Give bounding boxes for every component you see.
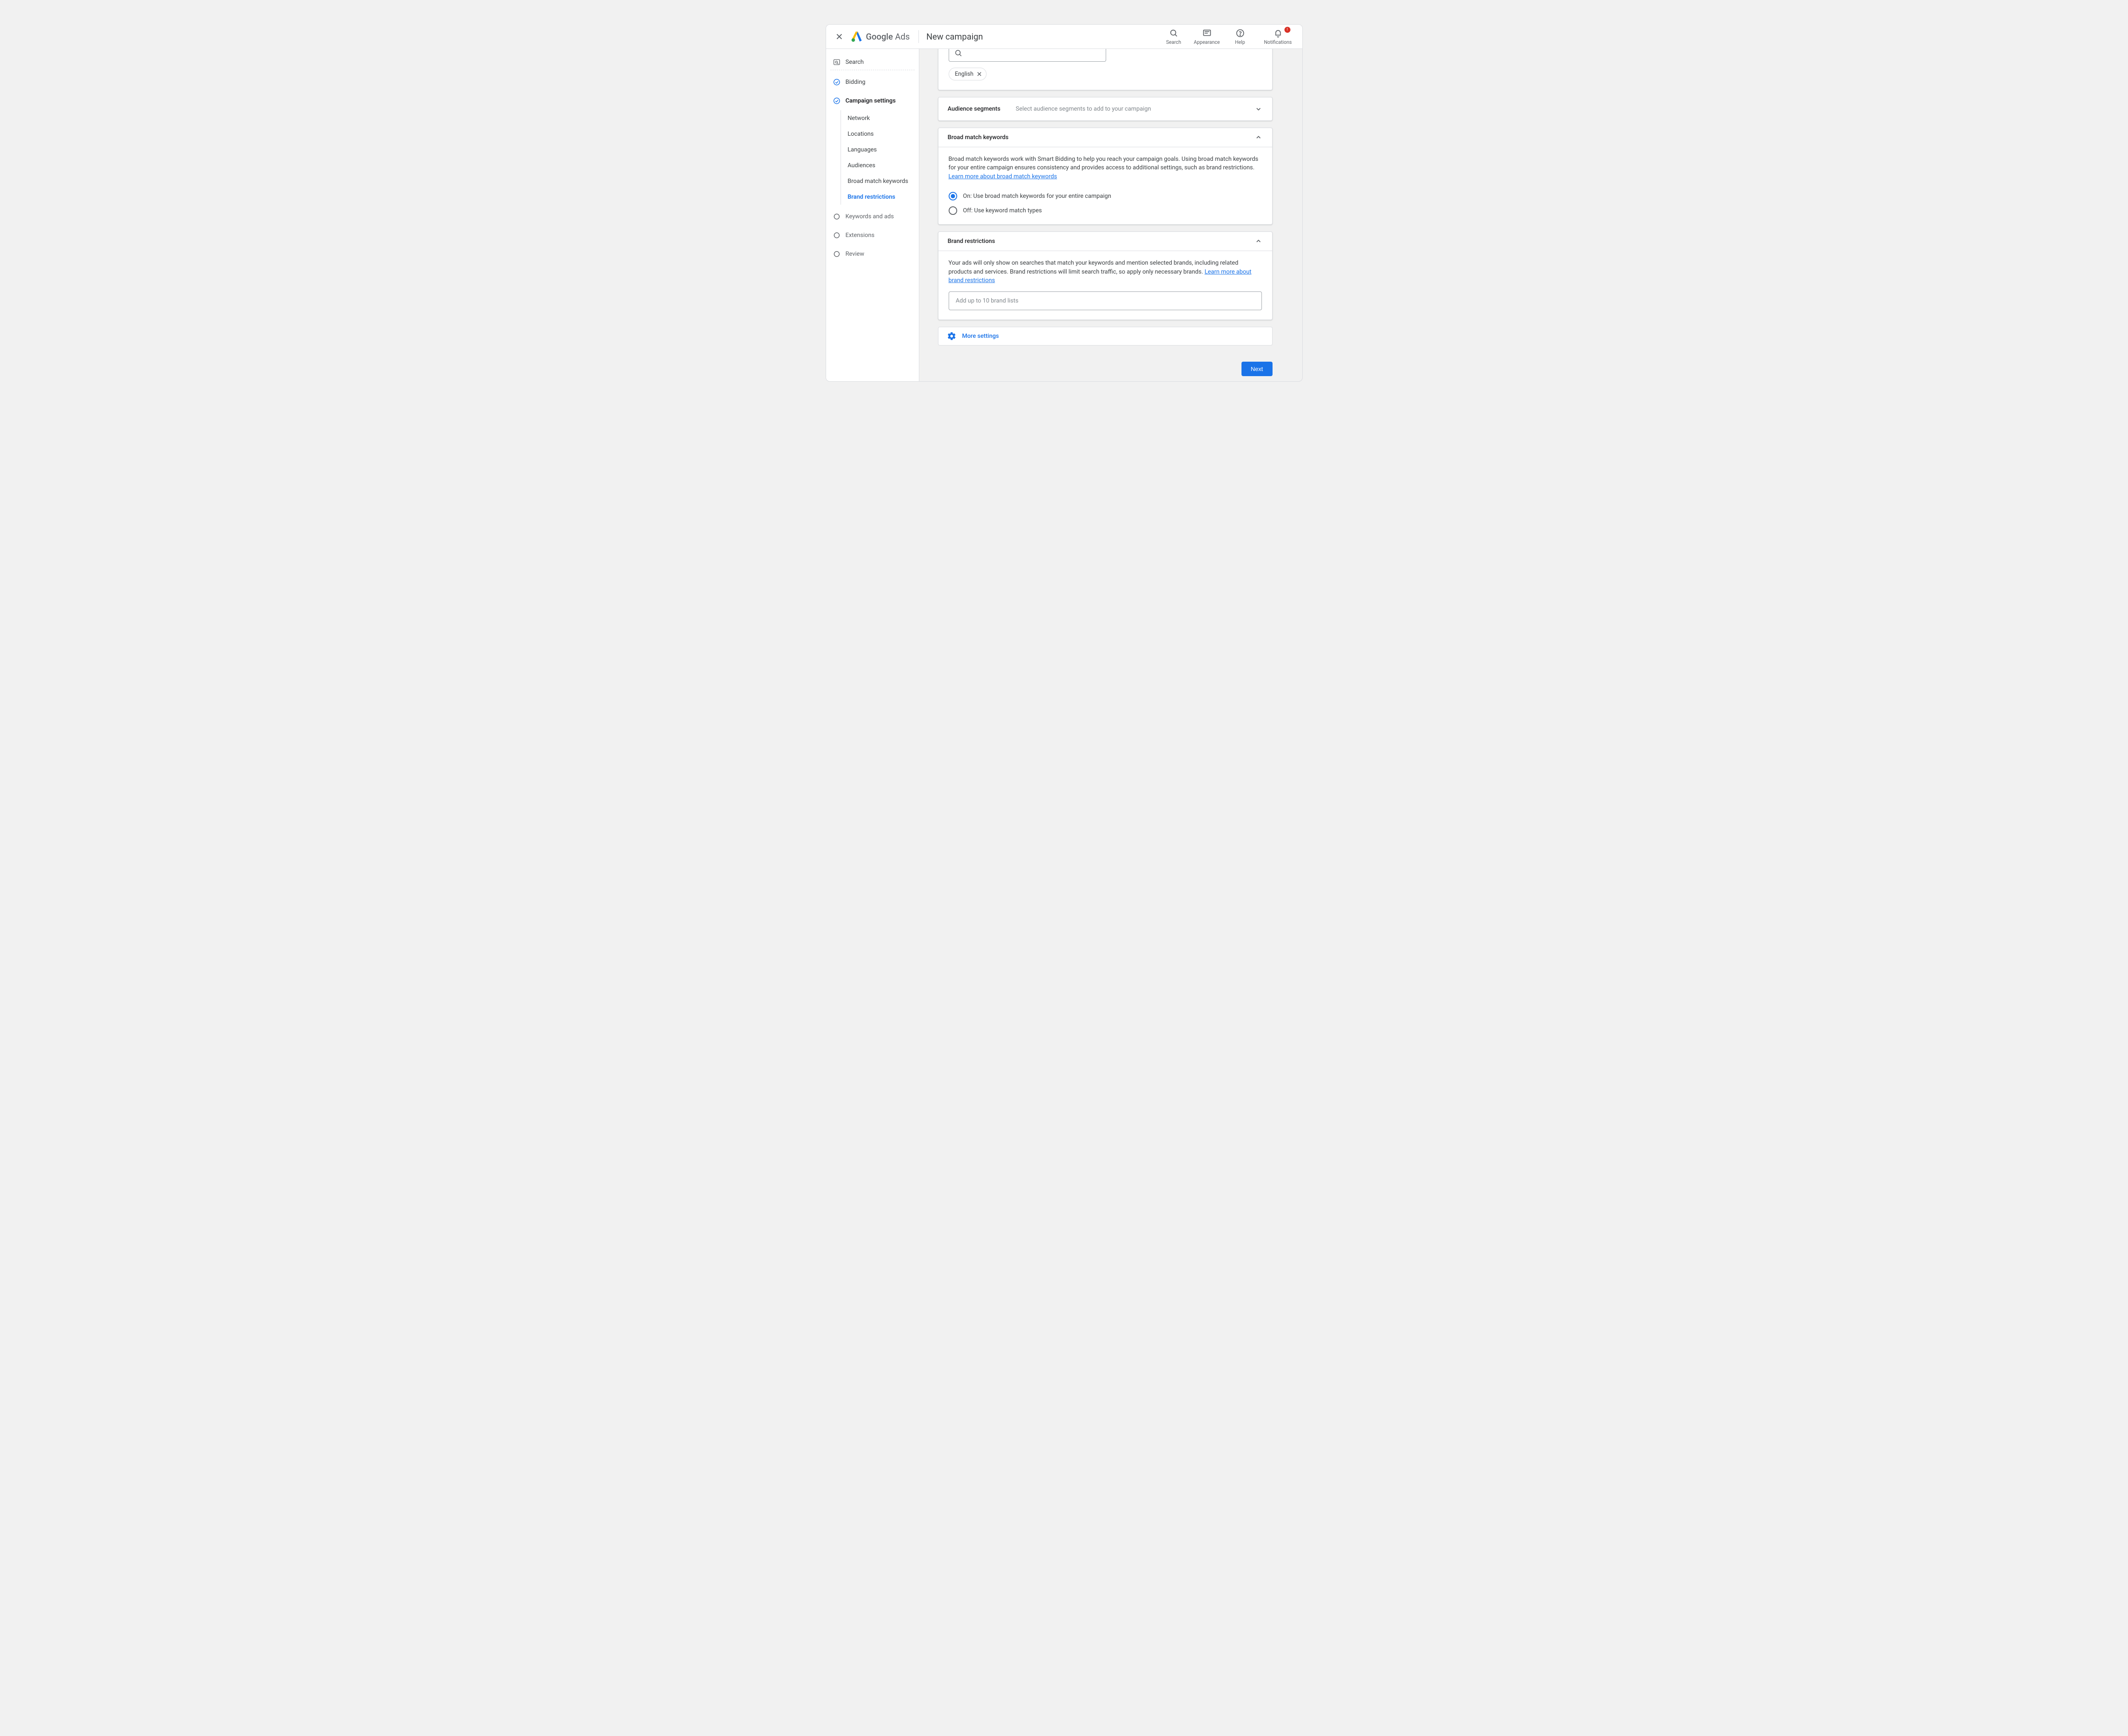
header-notifications-label: Notifications xyxy=(1264,39,1292,45)
substep-audiences-label: Audiences xyxy=(848,162,875,169)
substep-network[interactable]: Network xyxy=(844,110,915,126)
sidebar-search[interactable]: Search xyxy=(830,54,915,70)
step-extensions[interactable]: Extensions xyxy=(830,226,915,245)
chevron-down-icon xyxy=(1254,105,1263,113)
gear-icon xyxy=(947,331,956,341)
substeps: Network Locations Languages Audiences Br… xyxy=(841,110,915,205)
logo-text-google: Google xyxy=(866,31,893,42)
close-button[interactable] xyxy=(829,27,849,46)
languages-card: English xyxy=(938,49,1273,90)
divider xyxy=(918,30,919,43)
step-review-label: Review xyxy=(846,251,864,257)
brand-list-placeholder: Add up to 10 brand lists xyxy=(956,297,1018,305)
page-title: New campaign xyxy=(927,31,983,42)
broad-match-desc: Broad match keywords work with Smart Bid… xyxy=(949,156,1258,171)
header-appearance[interactable]: Appearance xyxy=(1195,29,1219,45)
language-chip-english[interactable]: English xyxy=(949,68,987,80)
more-settings-label: More settings xyxy=(962,333,999,340)
notification-badge: ! xyxy=(1284,27,1290,33)
close-icon xyxy=(835,32,844,41)
header-help-label: Help xyxy=(1235,39,1245,45)
brand-restrictions-desc: Your ads will only show on searches that… xyxy=(949,260,1238,275)
google-ads-logo-icon xyxy=(851,31,863,43)
substep-locations-label: Locations xyxy=(848,131,874,137)
more-settings-button[interactable]: More settings xyxy=(938,327,1273,345)
main-inner: English Audience segments Select audienc… xyxy=(938,49,1273,376)
chevron-up-icon xyxy=(1254,237,1263,246)
footer-row: Next xyxy=(938,362,1273,376)
app-body: Search Bidding Campaign settings Network… xyxy=(826,49,1302,381)
header-right: Search Appearance Help ! Notifications xyxy=(1162,29,1295,45)
circle-icon xyxy=(833,250,841,258)
brand-restrictions-title: Brand restrictions xyxy=(948,238,995,245)
bell-icon xyxy=(1273,29,1283,38)
substep-languages-label: Languages xyxy=(848,146,877,153)
substep-brand-restrictions[interactable]: Brand restrictions xyxy=(844,189,915,205)
broad-match-body: Broad match keywords work with Smart Bid… xyxy=(938,147,1272,224)
audience-card-hint: Select audience segments to add to your … xyxy=(1016,106,1254,112)
step-campaign-settings[interactable]: Campaign settings xyxy=(830,91,915,110)
logo: Google Ads xyxy=(851,31,910,43)
broad-match-header[interactable]: Broad match keywords xyxy=(938,128,1272,147)
audience-card-title: Audience segments xyxy=(948,106,1016,112)
substep-audiences[interactable]: Audiences xyxy=(844,157,915,173)
sidebar-search-label: Search xyxy=(846,59,864,66)
header-search-label: Search xyxy=(1166,39,1181,45)
pageview-icon xyxy=(833,58,841,66)
brand-restrictions-header[interactable]: Brand restrictions xyxy=(938,232,1272,251)
step-campaign-settings-label: Campaign settings xyxy=(846,97,896,104)
search-icon xyxy=(1169,29,1178,38)
substep-broad-match-label: Broad match keywords xyxy=(848,178,908,185)
radio-icon xyxy=(949,206,957,215)
language-chip-label: English xyxy=(955,71,974,77)
next-button[interactable]: Next xyxy=(1241,362,1273,376)
radio-broad-off-label: Off: Use keyword match types xyxy=(963,206,1042,215)
main-scroll[interactable]: English Audience segments Select audienc… xyxy=(919,49,1302,381)
brand-restrictions-body: Your ads will only show on searches that… xyxy=(938,251,1272,320)
check-circle-icon xyxy=(833,97,841,105)
header-help[interactable]: Help xyxy=(1228,29,1252,45)
brand-restrictions-card: Brand restrictions Your ads will only sh… xyxy=(938,231,1273,320)
substep-broad-match[interactable]: Broad match keywords xyxy=(844,173,915,189)
broad-match-learn-more-link[interactable]: Learn more about broad match keywords xyxy=(949,173,1057,180)
search-icon xyxy=(954,49,963,57)
header-left: Google Ads New campaign xyxy=(829,27,983,46)
app-header: Google Ads New campaign Search Appearanc… xyxy=(826,25,1302,49)
substep-network-label: Network xyxy=(848,115,870,122)
step-review[interactable]: Review xyxy=(830,245,915,263)
radio-icon xyxy=(949,192,957,200)
step-keywords-ads[interactable]: Keywords and ads xyxy=(830,207,915,226)
step-keywords-ads-label: Keywords and ads xyxy=(846,213,894,220)
chevron-up-icon xyxy=(1254,133,1263,142)
header-appearance-label: Appearance xyxy=(1194,39,1220,45)
substep-locations[interactable]: Locations xyxy=(844,126,915,142)
substep-languages[interactable]: Languages xyxy=(844,142,915,157)
logo-text: Google Ads xyxy=(866,31,910,42)
language-search-input[interactable] xyxy=(949,49,1106,62)
check-circle-icon xyxy=(833,78,841,86)
circle-icon xyxy=(833,213,841,220)
help-icon xyxy=(1236,29,1245,38)
app-window: Google Ads New campaign Search Appearanc… xyxy=(826,24,1303,382)
circle-icon xyxy=(833,231,841,239)
close-icon xyxy=(976,71,983,77)
step-bidding-label: Bidding xyxy=(846,79,866,86)
broad-match-card: Broad match keywords Broad match keyword… xyxy=(938,128,1273,225)
audience-segments-card[interactable]: Audience segments Select audience segmen… xyxy=(938,97,1273,121)
radio-broad-on[interactable]: On: Use broad match keywords for your en… xyxy=(949,192,1262,200)
radio-broad-on-label: On: Use broad match keywords for your en… xyxy=(963,192,1111,200)
step-bidding[interactable]: Bidding xyxy=(830,73,915,91)
step-extensions-label: Extensions xyxy=(846,232,875,239)
radio-broad-off[interactable]: Off: Use keyword match types xyxy=(949,206,1262,215)
logo-text-ads: Ads xyxy=(895,31,910,42)
sidebar: Search Bidding Campaign settings Network… xyxy=(826,49,919,381)
brand-list-input[interactable]: Add up to 10 brand lists xyxy=(949,291,1262,310)
header-notifications[interactable]: ! Notifications xyxy=(1261,29,1295,45)
broad-match-title: Broad match keywords xyxy=(948,134,1009,141)
header-search[interactable]: Search xyxy=(1162,29,1186,45)
substep-brand-restrictions-label: Brand restrictions xyxy=(848,194,895,200)
appearance-icon xyxy=(1202,29,1212,38)
